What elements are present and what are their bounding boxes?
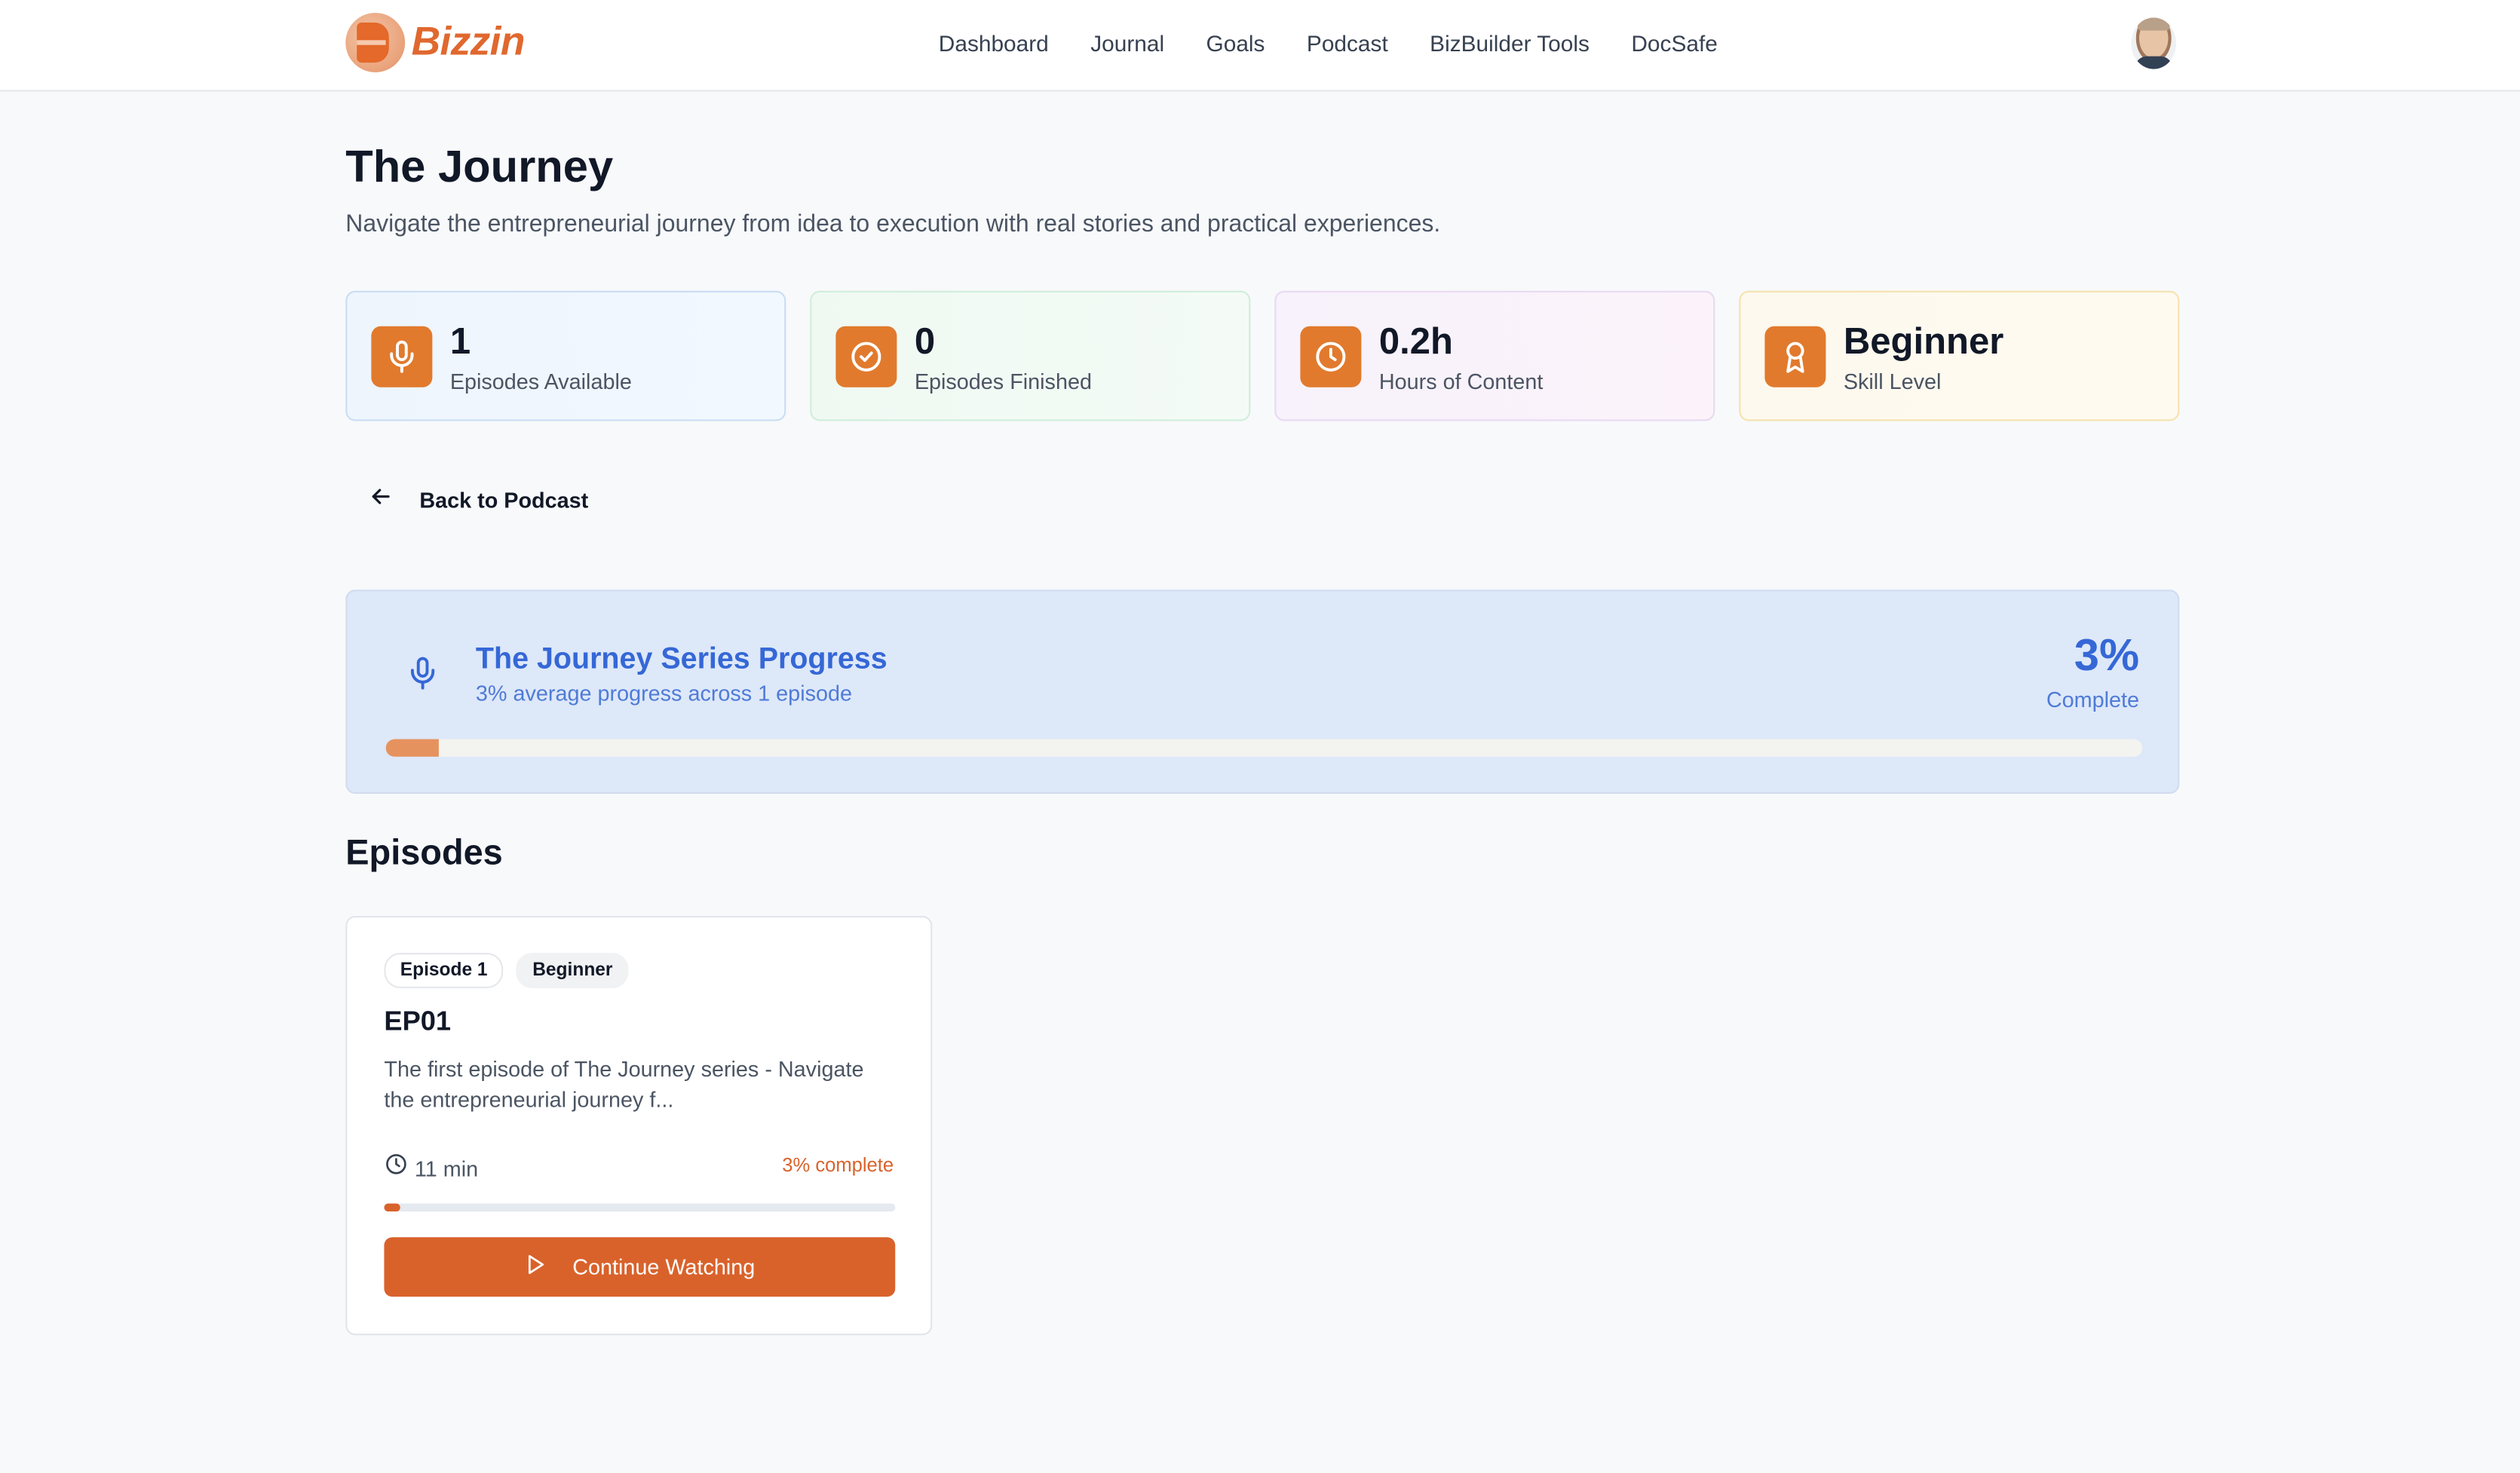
stat-value: 0.2h <box>1378 320 1453 362</box>
top-navbar: Bizzin Dashboard Journal Goals Podcast B… <box>0 0 2520 92</box>
continue-watching-label: Continue Watching <box>572 1254 756 1279</box>
series-progress-title: The Journey Series Progress <box>475 641 888 675</box>
page-subtitle: Navigate the entrepreneurial journey fro… <box>345 210 1441 238</box>
series-progress-subtitle: 3% average progress across 1 episode <box>475 681 852 706</box>
stats-row: 1 Episodes Available 0 Episodes Finished… <box>345 290 2203 421</box>
series-progress-percent: 3% <box>2074 629 2140 680</box>
episode-number-badge: Episode 1 <box>384 952 504 988</box>
stat-card-episodes-available: 1 Episodes Available <box>345 290 786 421</box>
episode-duration: 11 min <box>384 1152 478 1184</box>
stat-label: Hours of Content <box>1378 369 1544 394</box>
episode-complete-label: 3% complete <box>782 1153 894 1177</box>
clock-icon <box>1300 326 1362 387</box>
stat-label: Episodes Finished <box>914 369 1092 394</box>
award-icon <box>1764 326 1826 387</box>
user-avatar[interactable] <box>2131 17 2177 69</box>
series-progress-complete-label: Complete <box>2046 688 2140 712</box>
episode-title: EP01 <box>384 1006 452 1037</box>
check-circle-icon <box>835 326 897 387</box>
microphone-icon <box>371 326 433 387</box>
stat-value: Beginner <box>1843 320 2004 362</box>
stat-card-hours-of-content: 0.2h Hours of Content <box>1274 290 1715 421</box>
clock-icon <box>384 1152 408 1184</box>
stat-label: Episodes Available <box>449 369 632 394</box>
back-to-podcast-button[interactable]: Back to Podcast <box>368 484 588 518</box>
microphone-icon <box>405 654 440 701</box>
nav-journal[interactable]: Journal <box>1090 29 1164 57</box>
episode-description: The first episode of The Journey series … <box>384 1057 864 1112</box>
episode-card[interactable]: Episode 1 Beginner EP01 The first episod… <box>345 915 933 1336</box>
episode-progress-bar <box>384 1203 896 1212</box>
episodes-heading: Episodes <box>345 832 503 873</box>
arrow-left-icon <box>368 484 394 518</box>
nav-bizbuilder-tools[interactable]: BizBuilder Tools <box>1430 29 1590 57</box>
nav-dashboard[interactable]: Dashboard <box>939 29 1049 57</box>
skill-level-badge: Beginner <box>516 952 629 988</box>
episode-duration-label: 11 min <box>414 1156 479 1181</box>
stat-card-skill-level: Beginner Skill Level <box>1739 290 2180 421</box>
back-label: Back to Podcast <box>419 488 589 513</box>
nav-goals[interactable]: Goals <box>1206 29 1265 57</box>
series-progress-bar <box>385 739 2143 757</box>
stat-label: Skill Level <box>1843 369 1942 394</box>
brand-logo[interactable]: Bizzin <box>345 13 526 72</box>
stat-card-episodes-finished: 0 Episodes Finished <box>810 290 1251 421</box>
stat-value: 0 <box>914 320 936 362</box>
episode-badges: Episode 1 Beginner <box>384 952 641 988</box>
stat-value: 1 <box>449 320 471 362</box>
page-title: The Journey <box>345 141 614 191</box>
continue-watching-button[interactable]: Continue Watching <box>384 1237 896 1297</box>
series-progress-fill <box>385 739 439 757</box>
logo-mark-icon <box>345 13 406 72</box>
series-progress-panel: The Journey Series Progress 3% average p… <box>345 590 2180 794</box>
play-icon <box>524 1254 547 1281</box>
nav-podcast[interactable]: Podcast <box>1307 29 1388 57</box>
page: Bizzin Dashboard Journal Goals Podcast B… <box>0 0 2520 1473</box>
nav-docsafe[interactable]: DocSafe <box>1631 29 1717 57</box>
main-nav: Dashboard Journal Goals Podcast BizBuild… <box>939 29 1759 57</box>
episode-progress-fill <box>384 1203 400 1212</box>
brand-name: Bizzin <box>411 19 526 65</box>
